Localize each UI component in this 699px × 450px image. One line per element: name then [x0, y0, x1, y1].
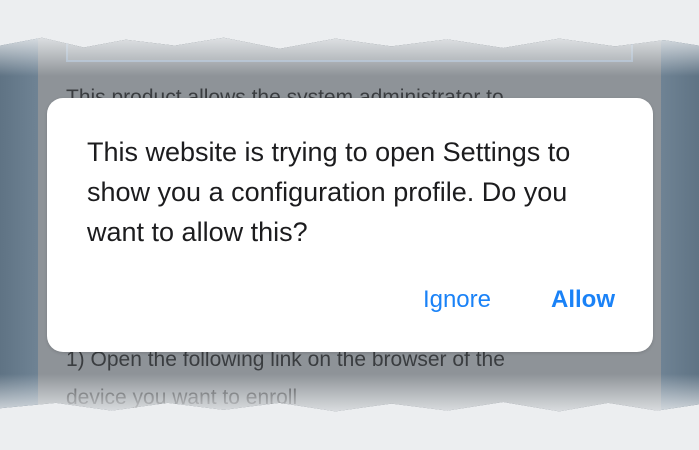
open-settings-alert: This website is trying to open Settings …	[47, 98, 653, 352]
ignore-button[interactable]: Ignore	[423, 286, 491, 314]
right-page-border	[661, 37, 699, 412]
background-input-box	[66, 37, 633, 62]
allow-button[interactable]: Allow	[551, 286, 615, 314]
alert-message: This website is trying to open Settings …	[87, 137, 571, 247]
background-step-line-2: device you want to enroll	[66, 386, 298, 409]
alert-actions: Ignore Allow	[423, 286, 615, 314]
left-page-border	[0, 37, 38, 412]
screenshot-canvas: This product allows the system administr…	[0, 0, 699, 450]
